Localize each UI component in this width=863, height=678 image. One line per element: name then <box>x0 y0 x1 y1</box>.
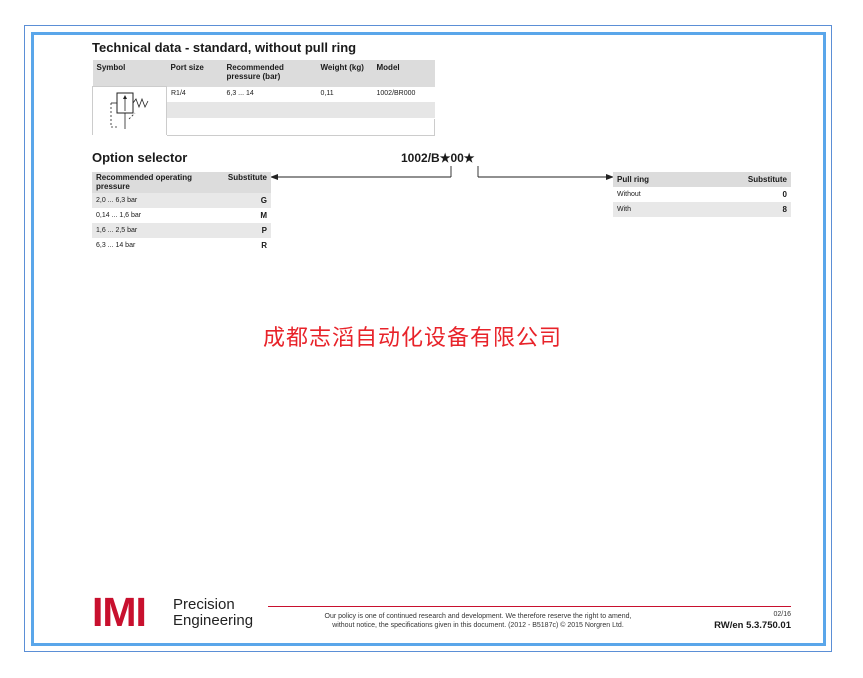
option-label: 0,14 ... 1,6 bar <box>96 212 142 219</box>
document-reference: RW/en 5.3.750.01 <box>714 620 791 631</box>
pressure-value: 6,3 ... 14 <box>222 86 317 102</box>
table-row: 6,3 ... 14 bar R <box>92 238 271 253</box>
table-row: 2,0 ... 6,3 bar G <box>92 193 271 208</box>
option-label: 2,0 ... 6,3 bar <box>92 193 224 208</box>
pull-ring-option-table: Pull ring Substitute Without 0 With 8 <box>613 172 791 217</box>
table-row: With 8 <box>613 202 791 217</box>
footer-policy: Our policy is one of continued research … <box>268 612 688 630</box>
tech-data-table: Symbol Port size Recommended pressure (b… <box>92 60 435 137</box>
option-label: 6,3 ... 14 bar <box>96 242 136 249</box>
option-label: Without <box>617 191 641 198</box>
company-watermark: 成都志滔自动化设备有限公司 <box>263 326 563 351</box>
option-code: P <box>223 223 271 238</box>
selector-arrows <box>270 166 614 180</box>
option-selector-title: Option selector <box>92 150 188 165</box>
header-operating-pressure: Recommended operating pressure <box>92 172 224 193</box>
header-port: Port size <box>166 60 223 87</box>
header-substitute: Substitute <box>694 172 791 187</box>
option-code: M <box>260 211 267 220</box>
header-model: Model <box>372 60 435 87</box>
table-row: 1,6 ... 2,5 bar P <box>92 223 271 238</box>
model-code: 1002/B★00★ <box>401 151 475 165</box>
option-code: G <box>223 193 271 208</box>
option-code: 8 <box>694 202 791 217</box>
tech-data-title: Technical data - standard, without pull … <box>92 40 357 55</box>
table-row: Without 0 <box>613 187 791 202</box>
table-row: 0,14 ... 1,6 bar M <box>92 208 271 223</box>
table-row: R1/4 6,3 ... 14 0,11 1002/BR000 <box>92 86 435 136</box>
port-value: R1/4 <box>166 86 223 102</box>
pressure-option-table: Recommended operating pressure Substitut… <box>92 172 271 253</box>
option-code: R <box>261 241 267 250</box>
header-pull-ring: Pull ring <box>613 172 695 187</box>
tech-header-row: Symbol Port size Recommended pressure (b… <box>92 60 435 87</box>
model-value: 1002/BR000 <box>372 86 435 102</box>
header-pressure: Recommended pressure (bar) <box>222 60 317 87</box>
logo-line-precision: Precision <box>173 596 235 613</box>
page-number: 02/16 <box>773 611 791 618</box>
option-code: 0 <box>782 190 787 199</box>
header-weight: Weight (kg) <box>316 60 373 87</box>
option-label: With <box>613 202 695 217</box>
relief-valve-symbol-icon <box>110 92 149 129</box>
option-label: 1,6 ... 2,5 bar <box>92 223 224 238</box>
header-substitute: Substitute <box>223 172 271 193</box>
policy-line-1: Our policy is one of continued research … <box>324 613 632 620</box>
header-symbol: Symbol <box>92 60 167 87</box>
option-header-row: Pull ring Substitute <box>613 172 791 187</box>
weight-value: 0,11 <box>316 86 373 102</box>
policy-line-2: without notice, the specifications given… <box>332 622 624 629</box>
footer-divider <box>268 606 791 607</box>
logo-line-engineering: Engineering <box>173 612 254 629</box>
imi-logo: IMI <box>92 589 147 635</box>
valve-symbol-cell <box>92 86 167 136</box>
option-header-row: Recommended operating pressure Substitut… <box>92 172 271 193</box>
